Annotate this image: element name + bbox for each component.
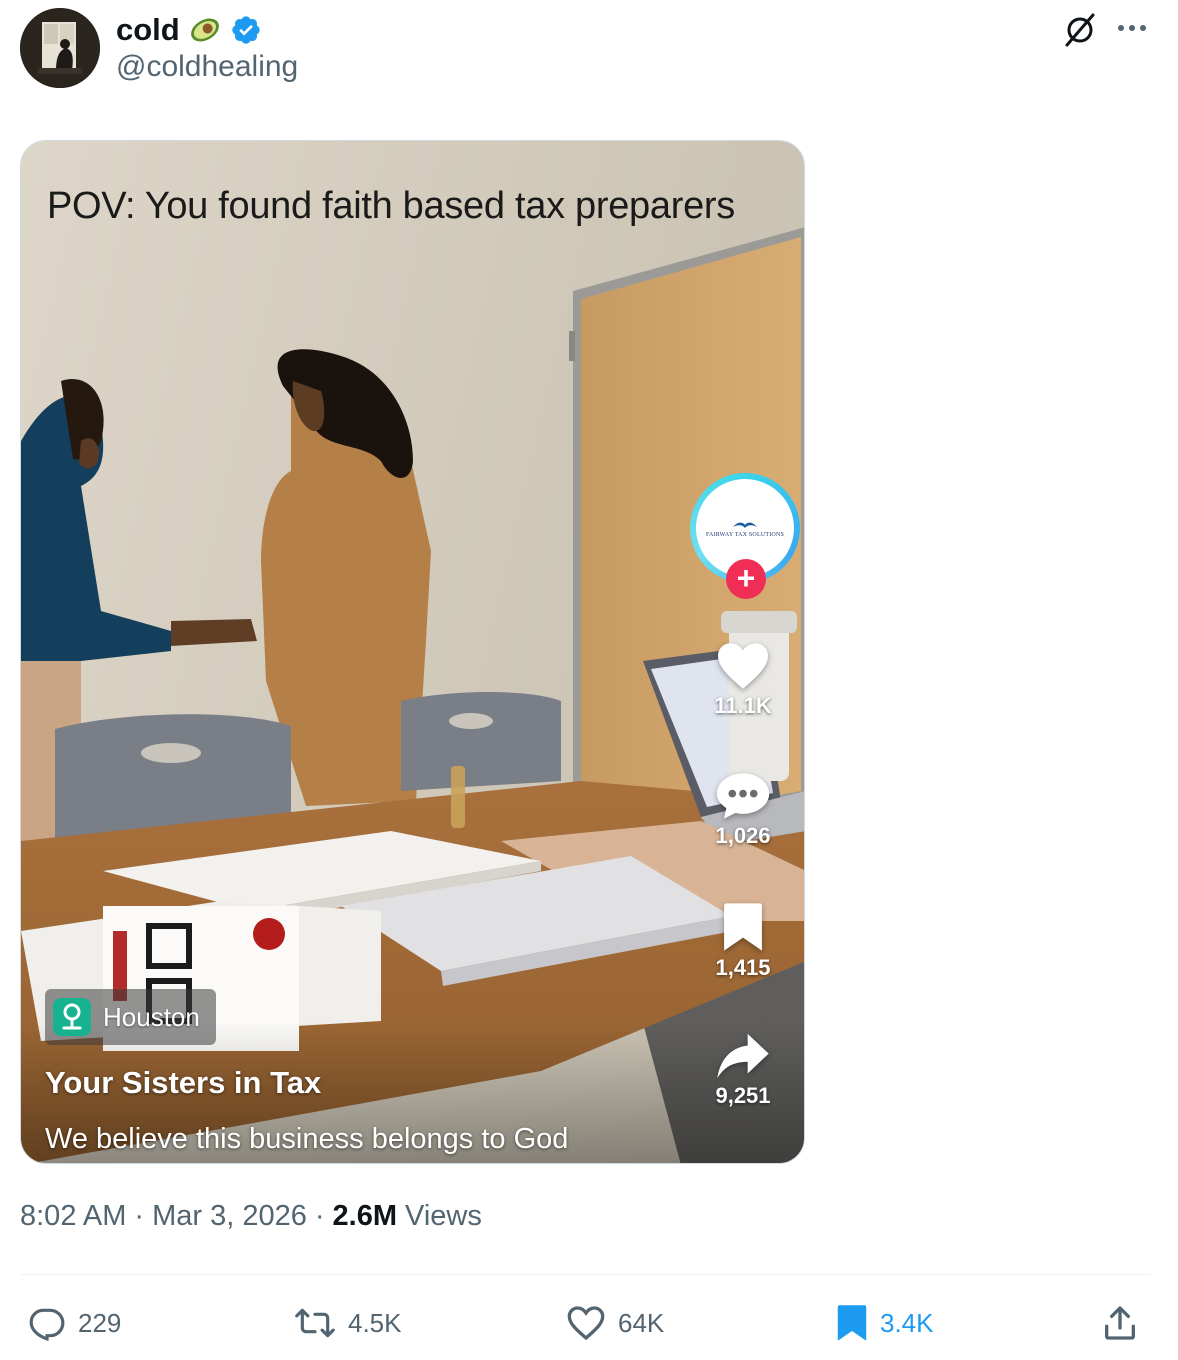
share-arrow-icon	[717, 1033, 769, 1079]
video-share-action[interactable]: 9,251	[698, 1031, 788, 1109]
display-name[interactable]: cold	[116, 12, 180, 48]
video-description: We believe this business belongs to God	[45, 1123, 569, 1155]
reply-button[interactable]: 229	[28, 1300, 121, 1346]
bookmark-button[interactable]: 3.4K	[836, 1300, 934, 1346]
reply-icon	[29, 1308, 65, 1342]
post-meta: 8:02 AM · Mar 3, 2026 · 2.6M Views	[20, 1200, 482, 1233]
bookmark-filled-icon	[837, 1305, 867, 1341]
location-pin-icon	[53, 998, 91, 1036]
book-logo-icon	[733, 522, 757, 528]
user-handle[interactable]: @coldhealing	[116, 50, 298, 84]
share-upload-icon	[1105, 1306, 1135, 1340]
location-tag[interactable]: Houston	[45, 989, 216, 1045]
like-count: 64K	[618, 1307, 665, 1338]
repost-icon	[295, 1308, 335, 1338]
like-button[interactable]: 64K	[566, 1300, 664, 1346]
video-share-count: 9,251	[715, 1083, 771, 1108]
repost-count: 4.5K	[348, 1307, 402, 1338]
views-label: Views	[405, 1200, 482, 1232]
divider	[20, 1274, 1151, 1275]
verified-badge-icon[interactable]	[230, 14, 262, 46]
avatar[interactable]	[20, 8, 100, 88]
share-button[interactable]	[1100, 1300, 1140, 1346]
like-heart-icon	[567, 1306, 605, 1341]
avocado-icon	[190, 18, 219, 42]
follow-plus-button[interactable]: +	[726, 559, 766, 599]
avatar-image	[20, 8, 100, 88]
bookmark-count: 3.4K	[880, 1307, 934, 1338]
profile-badge-text: FAIRWAY TAX SOLUTIONS	[705, 531, 785, 538]
grok-icon[interactable]	[1060, 10, 1100, 50]
video-overlay-caption: POV: You found faith based tax preparers	[47, 185, 735, 227]
heart-icon	[718, 643, 768, 689]
video-save-action[interactable]: 1,415	[698, 901, 788, 981]
video-comment-action[interactable]: 1,026	[698, 771, 788, 849]
post-time[interactable]: 8:02 AM	[20, 1200, 126, 1233]
video-save-count: 1,415	[715, 955, 771, 980]
meta-separator: ·	[314, 1200, 325, 1232]
video-media[interactable]: POV: You found faith based tax preparers…	[20, 140, 805, 1164]
repost-button[interactable]: 4.5K	[294, 1300, 402, 1346]
video-comment-count: 1,026	[715, 823, 771, 848]
more-icon[interactable]	[1114, 10, 1150, 46]
location-label: Houston	[103, 1001, 200, 1032]
video-like-action[interactable]: 11.1K	[698, 641, 788, 719]
reply-count: 229	[78, 1307, 122, 1338]
bookmark-icon	[724, 903, 762, 951]
views-count: 2.6M	[332, 1200, 397, 1232]
video-author-name[interactable]: Your Sisters in Tax	[45, 1065, 321, 1101]
meta-separator: ·	[134, 1200, 145, 1232]
comment-bubble-icon	[716, 773, 770, 819]
video-like-count: 11.1K	[714, 693, 772, 718]
post-date[interactable]: Mar 3, 2026	[152, 1200, 307, 1233]
